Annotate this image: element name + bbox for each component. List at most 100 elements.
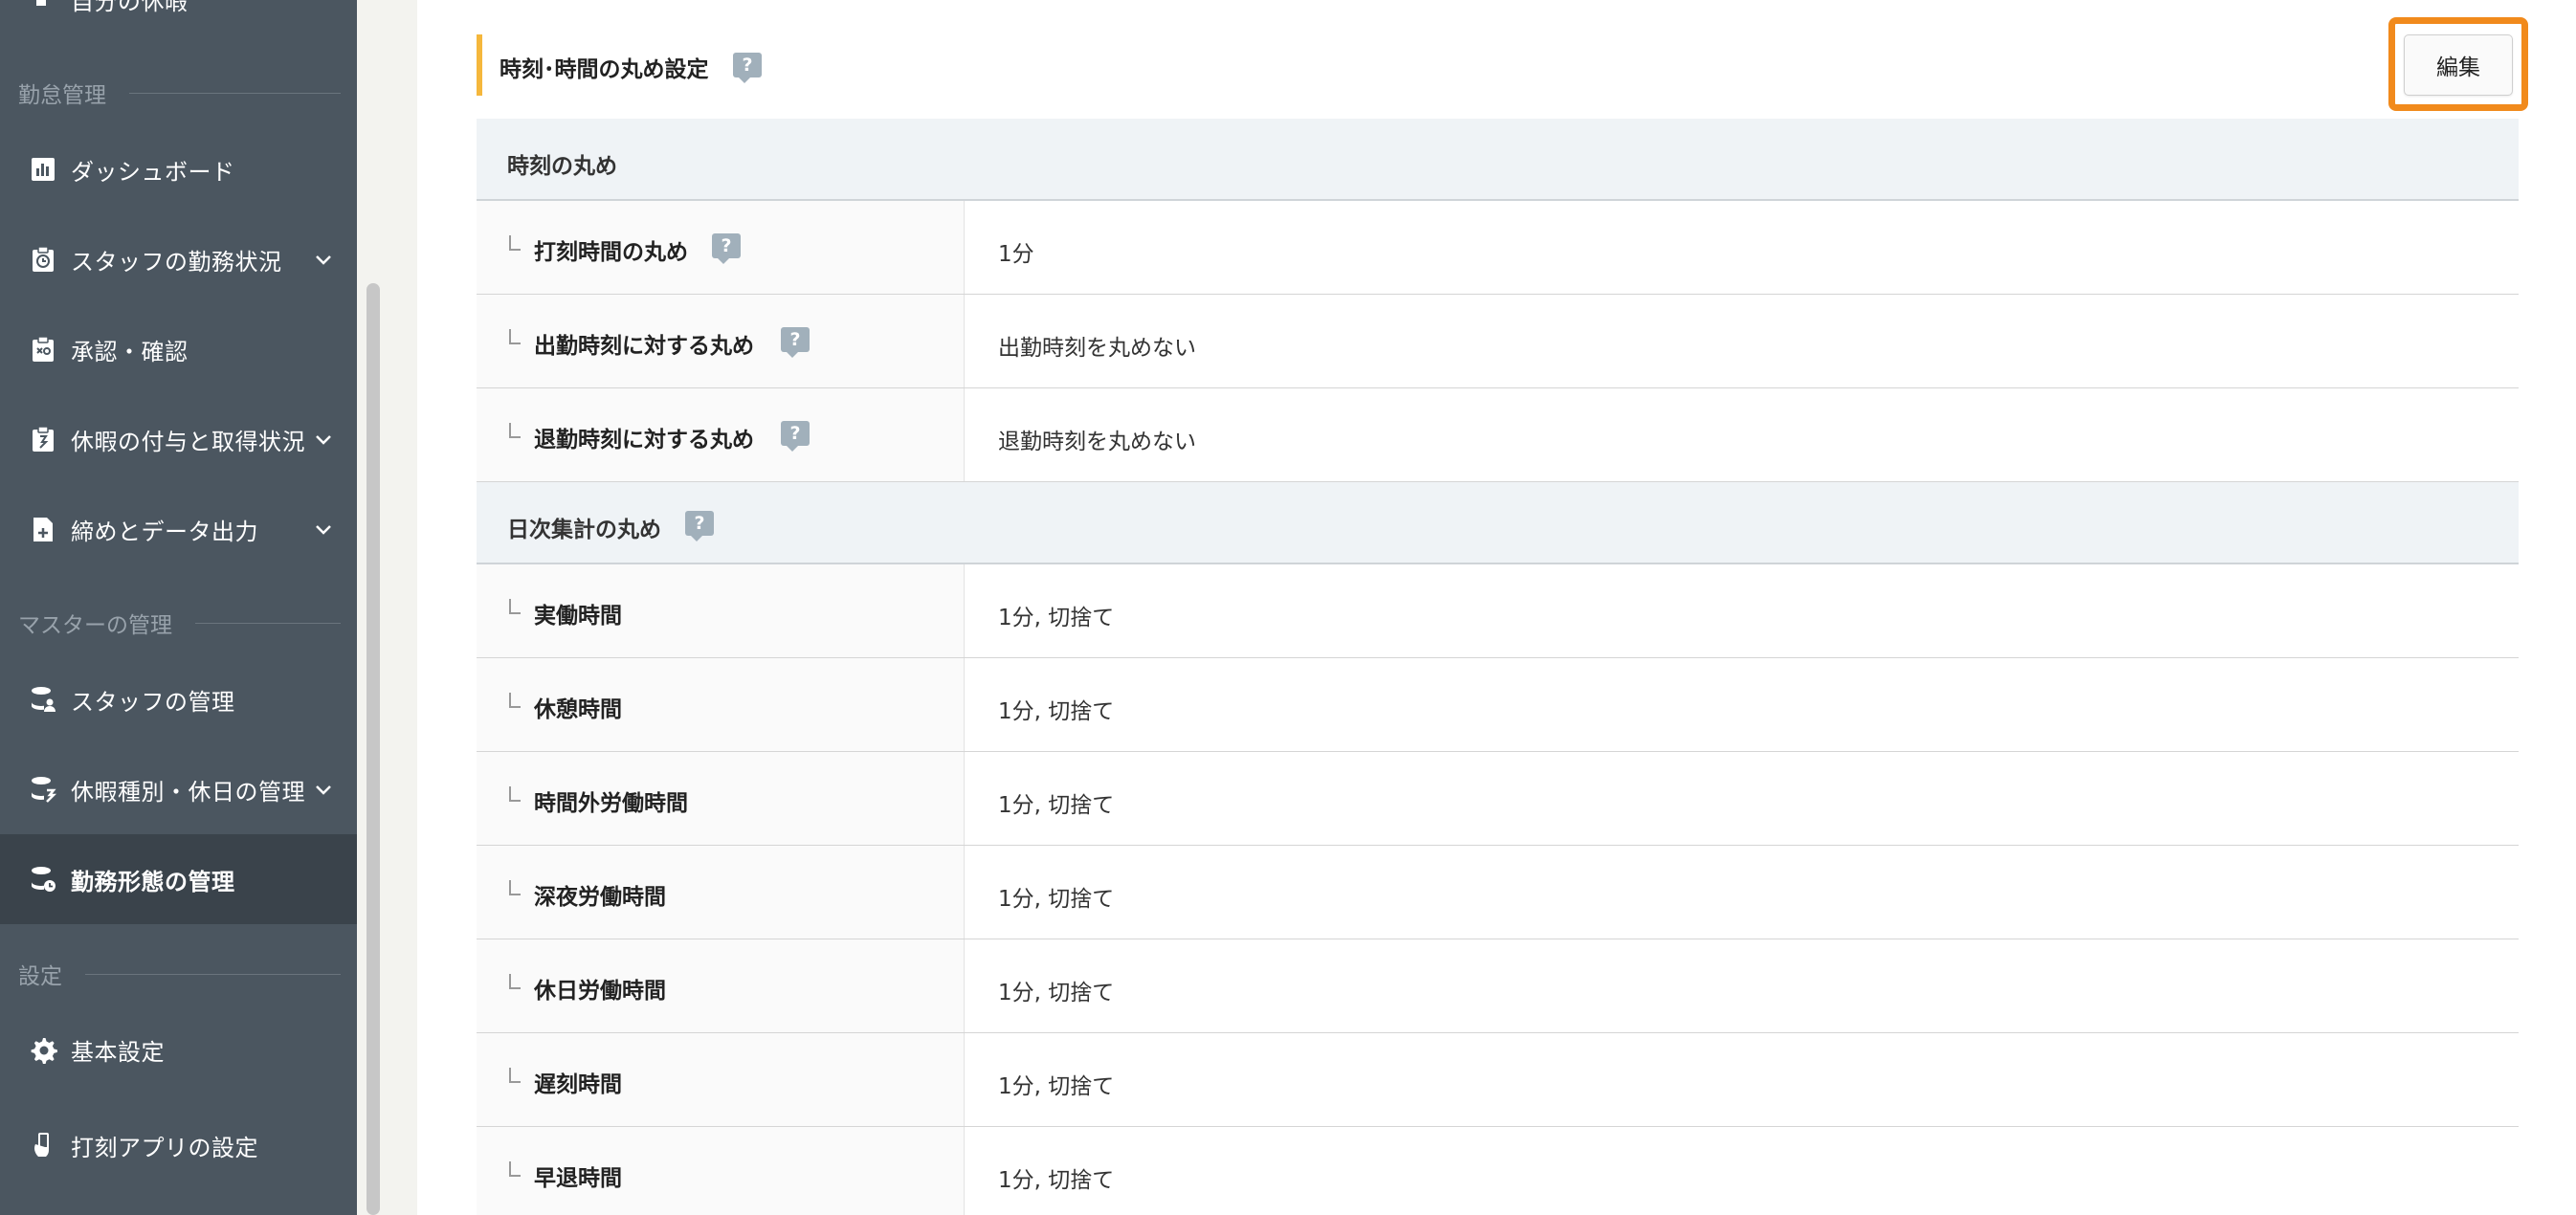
group-title: 時刻の丸め <box>507 154 617 179</box>
hand-icon <box>29 0 57 13</box>
row-value: 1分, 切捨て <box>998 887 1115 912</box>
row-label: 早退時間 <box>534 1166 622 1191</box>
row-label: 遅刻時間 <box>534 1072 622 1097</box>
row-value: 退勤時刻を丸めない <box>998 430 1196 454</box>
tree-branch-icon <box>509 1161 521 1177</box>
row-label: 出勤時刻に対する丸め <box>534 334 754 359</box>
clock-clipboard-icon <box>29 245 57 274</box>
sidebar-item-clock-app-settings[interactable]: 打刻アプリの設定 <box>0 1100 357 1190</box>
sidebar-section-settings: 設定 <box>18 960 341 989</box>
sidebar-item-leave-types[interactable]: 休暇種別・休日の管理 <box>0 744 357 834</box>
row-label-cell: 打刻時間の丸め ? <box>477 201 965 294</box>
help-icon[interactable]: ? <box>712 233 741 264</box>
sidebar-item-closing-export[interactable]: 締めとデータ出力 <box>0 484 357 574</box>
row-label-cell: 遅刻時間 <box>477 1033 965 1126</box>
help-icon[interactable]: ? <box>781 421 810 452</box>
tree-branch-icon <box>509 786 521 802</box>
chart-icon <box>29 155 57 184</box>
sidebar-item-basic-settings[interactable]: 基本設定 <box>0 1005 357 1094</box>
table-row: 遅刻時間 1分, 切捨て <box>477 1033 2519 1127</box>
tree-branch-icon <box>509 235 521 251</box>
group-title: 日次集計の丸め <box>507 518 661 542</box>
sidebar: 自分の休暇 勤怠管理 ダッシュボード スタッフの勤務状況 承認・確認 休暇の付与… <box>0 0 357 1215</box>
row-label-cell: 休日労働時間 <box>477 939 965 1032</box>
sidebar-item-label: ダッシュボード <box>71 158 235 186</box>
sidebar-item-leave-status[interactable]: 休暇の付与と取得状況 <box>0 394 357 484</box>
tree-branch-icon <box>509 974 521 989</box>
sidebar-item-my-leave[interactable]: 自分の休暇 <box>0 0 357 44</box>
section-title: 時刻･時間の丸め設定 <box>500 57 709 82</box>
gear-icon <box>29 1035 57 1064</box>
sidebar-item-staff-status[interactable]: スタッフの勤務状況 <box>0 214 357 304</box>
row-label-cell: 実働時間 <box>477 564 965 657</box>
phone-hand-icon <box>29 1131 57 1160</box>
divider <box>85 973 341 975</box>
row-label-cell: 早退時間 <box>477 1127 965 1215</box>
group-header-daily-rounding: 日次集計の丸め ? <box>477 482 2519 564</box>
row-value: 1分, 切捨て <box>998 1074 1115 1099</box>
table-row: 出勤時刻に対する丸め ? 出勤時刻を丸めない <box>477 295 2519 388</box>
sidebar-item-label: 休暇の付与と取得状況 <box>71 428 305 455</box>
divider <box>129 92 341 94</box>
tree-branch-icon <box>509 329 521 344</box>
row-label: 実働時間 <box>534 604 622 629</box>
chevron-down-icon <box>316 785 331 795</box>
row-label-cell: 深夜労働時間 <box>477 846 965 939</box>
approval-clipboard-icon <box>29 335 57 364</box>
tree-branch-icon <box>509 693 521 708</box>
row-value: 1分, 切捨て <box>998 981 1115 1005</box>
database-user-icon <box>29 685 57 714</box>
row-label-cell: 出勤時刻に対する丸め ? <box>477 295 965 387</box>
sidebar-item-dashboard[interactable]: ダッシュボード <box>0 124 357 214</box>
file-export-icon <box>29 515 57 543</box>
row-label: 打刻時間の丸め <box>534 240 688 265</box>
sidebar-section-label: 勤怠管理 <box>18 83 106 108</box>
row-value: 1分, 切捨て <box>998 606 1115 630</box>
tree-branch-icon <box>509 880 521 895</box>
sidebar-item-label: スタッフの管理 <box>71 688 235 716</box>
chevron-down-icon <box>316 525 331 535</box>
row-label: 休日労働時間 <box>534 979 666 1004</box>
tree-branch-icon <box>509 423 521 438</box>
row-value: 1分 <box>998 242 1034 267</box>
help-icon[interactable]: ? <box>685 511 714 541</box>
database-leave-icon <box>29 775 57 804</box>
help-icon[interactable]: ? <box>781 327 810 358</box>
sidebar-item-work-patterns[interactable]: 勤務形態の管理 <box>0 834 357 924</box>
sidebar-item-label: 勤務形態の管理 <box>71 868 235 895</box>
table-row: 実働時間 1分, 切捨て <box>477 564 2519 658</box>
sidebar-scrollbar[interactable] <box>366 283 380 1215</box>
table-row: 時間外労働時間 1分, 切捨て <box>477 752 2519 846</box>
sidebar-item-approval[interactable]: 承認・確認 <box>0 304 357 394</box>
database-clock-icon <box>29 865 57 894</box>
sidebar-item-label: スタッフの勤務状況 <box>71 248 282 276</box>
sidebar-section-label: マスターの管理 <box>18 613 172 638</box>
sidebar-item-staff-management[interactable]: スタッフの管理 <box>0 654 357 744</box>
edit-button[interactable]: 編集 <box>2404 34 2513 96</box>
row-label-cell: 退勤時刻に対する丸め ? <box>477 388 965 481</box>
help-icon[interactable]: ? <box>733 53 762 83</box>
row-label-cell: 時間外労働時間 <box>477 752 965 845</box>
table-row: 退勤時刻に対する丸め ? 退勤時刻を丸めない <box>477 388 2519 482</box>
section-accent-bar <box>477 34 482 96</box>
leave-clipboard-icon <box>29 425 57 453</box>
app-window: 自分の休暇 勤怠管理 ダッシュボード スタッフの勤務状況 承認・確認 休暇の付与… <box>0 0 2576 1215</box>
table-row: 打刻時間の丸め ? 1分 <box>477 201 2519 295</box>
divider <box>195 622 341 624</box>
tree-branch-icon <box>509 1068 521 1083</box>
row-label: 深夜労働時間 <box>534 885 666 910</box>
group-header-time-rounding: 時刻の丸め <box>477 119 2519 201</box>
table-row: 休日労働時間 1分, 切捨て <box>477 939 2519 1033</box>
chevron-down-icon <box>316 435 331 445</box>
sidebar-item-label: 締めとデータ出力 <box>71 518 258 545</box>
row-value: 1分, 切捨て <box>998 1168 1115 1193</box>
row-label: 休憩時間 <box>534 697 622 722</box>
sidebar-section-attendance: 勤怠管理 <box>18 78 341 108</box>
sidebar-item-label: 承認・確認 <box>71 338 189 365</box>
row-value: 1分, 切捨て <box>998 793 1115 818</box>
table-row: 深夜労働時間 1分, 切捨て <box>477 846 2519 939</box>
sidebar-item-label: 自分の休暇 <box>71 0 189 15</box>
row-label: 退勤時刻に対する丸め <box>534 428 754 453</box>
main-content: 時刻･時間の丸め設定 ? 編集 時刻の丸め 打刻時間の丸め ? 1分 出勤時刻に <box>417 0 2576 1215</box>
row-label: 時間外労働時間 <box>534 791 688 816</box>
